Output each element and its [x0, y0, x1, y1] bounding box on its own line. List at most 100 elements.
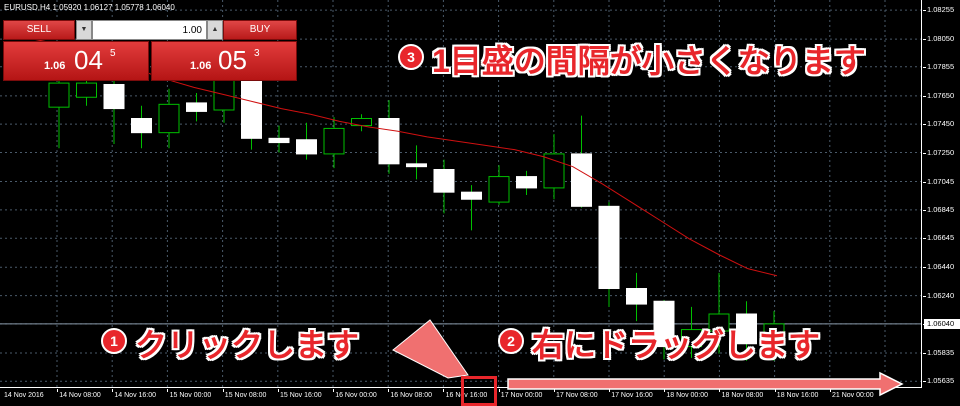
candle-body: [296, 139, 317, 155]
step3-text: 1目盛の間隔が小さくなります: [432, 43, 866, 79]
price-tick-label: 1.06845: [927, 204, 955, 214]
candle-body: [543, 153, 565, 189]
time-tick-label: 15 Nov 00:00: [169, 392, 212, 399]
time-tick: [498, 389, 500, 392]
price-tick: [923, 181, 926, 183]
price-tick: [923, 209, 926, 211]
time-tick-label: 17 Nov 00:00: [500, 392, 543, 399]
buy-quote-button[interactable]: 1.06 05 3: [151, 41, 297, 81]
time-tick-label: 17 Nov 08:00: [556, 392, 598, 399]
price-tick-label: 1.06240: [927, 290, 955, 300]
candle-body: [48, 82, 70, 108]
sell-quote-button[interactable]: 1.06 04 5: [3, 41, 149, 81]
candle-body: [461, 191, 482, 200]
candle-body: [433, 169, 455, 193]
price-tick-label: 1.07855: [927, 61, 955, 71]
candle-body: [516, 176, 537, 189]
time-tick: [57, 389, 58, 392]
price-tick: [923, 39, 926, 41]
price-tick: [923, 352, 926, 354]
candle-body: [378, 118, 400, 165]
step2-text: 右にドラッグします: [532, 327, 821, 363]
candle-body: [626, 288, 647, 305]
time-tick: [774, 389, 776, 392]
candle-body: [158, 103, 180, 134]
time-tick: [609, 389, 610, 392]
price-tick-label: 1.05635: [927, 376, 955, 386]
time-tick: [553, 389, 555, 392]
time-tick: [277, 389, 279, 392]
buy-quote-prefix: 1.06: [190, 60, 212, 72]
candle-body: [131, 118, 152, 134]
time-tick-label: 21 Nov 00:00: [832, 392, 874, 399]
time-tick-label: 16 Nov 08:00: [390, 392, 433, 399]
step2-badge: 2: [498, 328, 524, 354]
time-tick: [719, 389, 721, 392]
price-tick-label: 1.07045: [927, 176, 955, 186]
time-tick-label: 14 Nov 08:00: [59, 392, 101, 399]
time-tick-label: 17 Nov 16:00: [611, 392, 653, 399]
time-tick: [664, 389, 666, 392]
time-tick: [112, 389, 114, 392]
price-tick-label: 1.08050: [927, 34, 955, 44]
price-tick: [923, 66, 926, 68]
price-tick-label: 1.07450: [927, 119, 955, 129]
price-tick: [923, 295, 926, 297]
price-tick-label: 1.08255: [927, 5, 955, 15]
time-tick: [333, 389, 334, 392]
time-tick-label: 18 Nov 16:00: [776, 392, 819, 399]
time-tick-label: 14 Nov 16:00: [114, 392, 157, 399]
one-click-trading-panel: SELL ▼ ▲ BUY 1.06 04 5 1.06 05 3: [3, 20, 297, 81]
sell-quote-pips: 04: [74, 45, 103, 75]
step1-badge: 1: [101, 328, 127, 354]
time-tick: [829, 389, 831, 392]
sell-quote-prefix: 1.06: [44, 60, 66, 72]
step1-text: クリックします: [135, 327, 360, 363]
time-tick-label: 15 Nov 16:00: [280, 392, 322, 399]
price-tick: [923, 95, 926, 97]
time-tick: [222, 389, 224, 392]
lot-increase-button[interactable]: ▲: [207, 20, 223, 40]
candle-body: [268, 137, 290, 144]
candle-body: [186, 102, 207, 112]
time-tick: [167, 389, 169, 392]
symbol-title: EURUSD,H4 1.05920 1.06127 1.05778 1.0604…: [4, 3, 175, 12]
candle-body: [241, 71, 262, 139]
time-tick: [443, 389, 445, 392]
time-tick-label: 18 Nov 00:00: [666, 392, 709, 399]
candle-body: [103, 84, 125, 110]
price-tick-label: 1.05835: [927, 347, 955, 357]
candle-body: [76, 82, 97, 98]
candle-body: [323, 127, 345, 155]
candle-body: [406, 163, 427, 168]
drag-start-highlight: [461, 376, 497, 406]
time-tick-label: 14 Nov 2016: [4, 392, 44, 399]
price-tick: [923, 152, 926, 154]
buy-button[interactable]: BUY: [223, 20, 297, 40]
sell-button[interactable]: SELL: [3, 20, 75, 40]
price-tick: [923, 238, 926, 240]
candle-body: [571, 153, 592, 207]
lot-size-input[interactable]: [92, 20, 207, 40]
price-tick-label: 1.06645: [927, 233, 955, 243]
price-tick-label: 1.07650: [927, 90, 955, 100]
price-tick-label: 1.07250: [927, 147, 955, 157]
buy-quote-fraction: 3: [254, 48, 260, 59]
time-tick: [388, 389, 390, 392]
step3-badge: 3: [398, 44, 424, 70]
time-tick-label: 15 Nov 08:00: [224, 392, 267, 399]
sell-quote-fraction: 5: [110, 48, 116, 59]
current-price-label: 1.06040: [924, 318, 960, 329]
candle-body: [488, 176, 510, 203]
time-tick-label: 18 Nov 08:00: [721, 392, 764, 399]
price-axis[interactable]: 1.08255 1.08050 1.07855 1.07650 1.07450 1.072…: [923, 0, 960, 406]
candle-body: [598, 205, 620, 289]
price-tick: [923, 267, 926, 269]
time-tick: [885, 389, 886, 392]
price-tick: [923, 381, 926, 383]
buy-quote-pips: 05: [218, 45, 247, 75]
lot-decrease-button[interactable]: ▼: [76, 20, 92, 40]
price-tick: [923, 10, 926, 12]
price-tick-label: 1.06440: [927, 262, 955, 272]
time-tick-label: 16 Nov 00:00: [335, 392, 377, 399]
